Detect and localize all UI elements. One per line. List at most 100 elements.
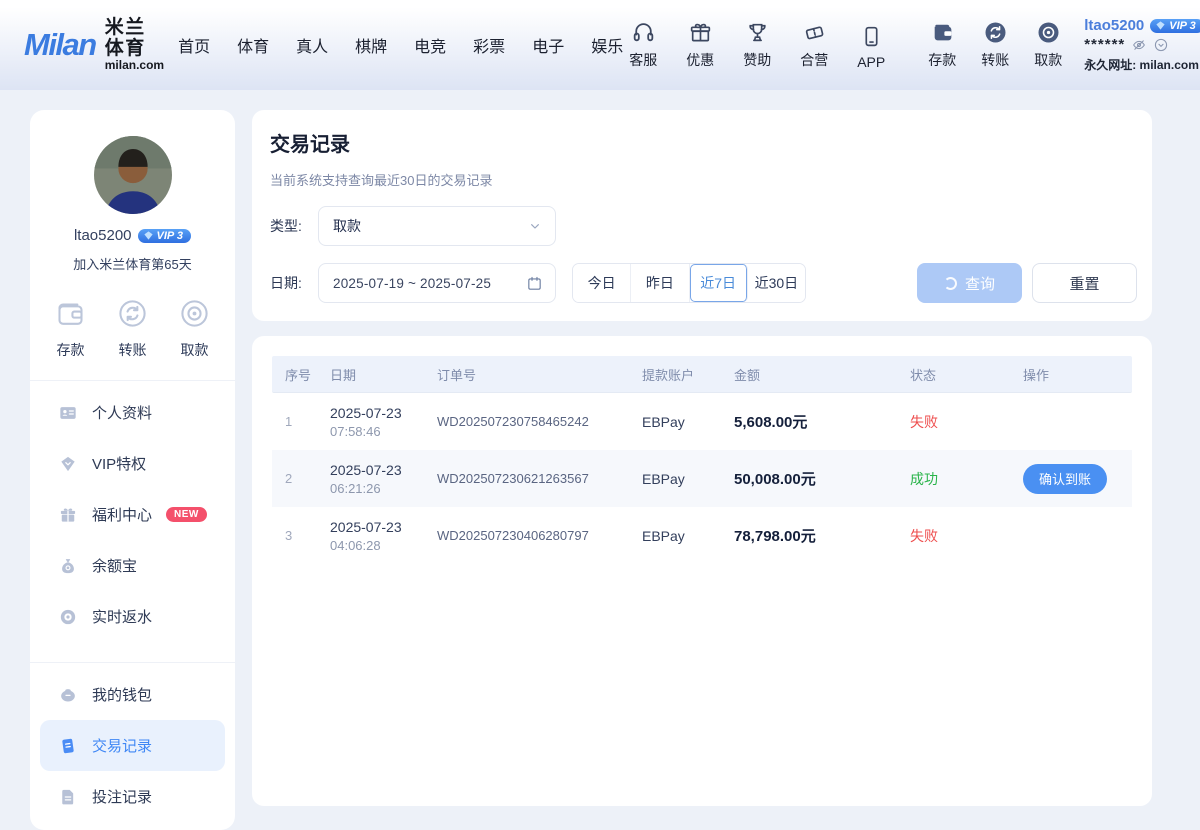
vip-badge: VIP 3 bbox=[1150, 19, 1200, 33]
row-index: 1 bbox=[272, 414, 330, 429]
nav-lottery[interactable]: 彩票 bbox=[473, 33, 505, 57]
sidebar-withdraw-button[interactable]: 取款 bbox=[178, 297, 211, 360]
row-amount: 78,798.00元 bbox=[734, 525, 910, 546]
row-order-number: WD202507230406280797 bbox=[437, 528, 642, 543]
nav-esports[interactable]: 电竞 bbox=[414, 33, 446, 57]
type-select[interactable]: 取款 bbox=[318, 206, 556, 246]
wallet-icon bbox=[54, 297, 87, 330]
range-last7days-button[interactable]: 近7日 bbox=[690, 264, 748, 302]
date-range-input[interactable]: 2025-07-19 ~ 2025-07-25 bbox=[318, 263, 556, 303]
table-row: 2 2025-07-23 06:21:26 WD2025072306212635… bbox=[272, 450, 1132, 507]
withdraw-icon bbox=[178, 297, 211, 330]
vip-diamond-icon bbox=[58, 454, 78, 474]
site-logo[interactable]: Milan 米兰体育 milan.com bbox=[24, 18, 164, 72]
rebate-icon bbox=[58, 607, 78, 627]
col-account: 提款账户 bbox=[642, 365, 734, 384]
row-amount: 5,608.00元 bbox=[734, 411, 910, 432]
topbar-user-block: ltao5200 VIP 3 ****** 永久网址: milan.com bbox=[1084, 17, 1200, 73]
nav-home[interactable]: 首页 bbox=[178, 33, 210, 57]
transfer-icon bbox=[983, 20, 1008, 45]
topbar-quick-links: 客服 优惠 赞助 合营 APP bbox=[623, 20, 1068, 70]
date-label: 日期: bbox=[270, 273, 318, 293]
diamond-icon bbox=[143, 230, 154, 241]
sidebar-item-yuebao[interactable]: 余额宝 bbox=[30, 540, 235, 591]
confirm-receipt-button[interactable]: 确认到账 bbox=[1023, 464, 1107, 494]
reset-button[interactable]: 重置 bbox=[1032, 263, 1137, 303]
phone-icon bbox=[859, 24, 884, 49]
nav-live[interactable]: 真人 bbox=[296, 33, 328, 57]
row-datetime: 2025-07-23 04:06:28 bbox=[330, 519, 437, 553]
chevron-down-icon bbox=[527, 218, 543, 234]
eye-off-icon[interactable] bbox=[1131, 37, 1147, 53]
sidebar-username: ltao5200 bbox=[74, 227, 132, 244]
withdraw-icon bbox=[1036, 20, 1061, 45]
row-status: 失败 bbox=[910, 412, 1023, 432]
logo-cn-name: 米兰体育 bbox=[105, 18, 164, 59]
quicklink-label: 合营 bbox=[800, 50, 828, 70]
quicklink-app[interactable]: APP bbox=[851, 24, 891, 70]
col-index: 序号 bbox=[272, 365, 330, 384]
sidebar-avatar[interactable] bbox=[94, 136, 172, 214]
chevron-circle-icon[interactable] bbox=[1153, 37, 1169, 53]
quicklink-service[interactable]: 客服 bbox=[623, 20, 663, 70]
range-today-button[interactable]: 今日 bbox=[573, 264, 631, 302]
nav-chess[interactable]: 棋牌 bbox=[355, 33, 387, 57]
col-status: 状态 bbox=[910, 365, 1023, 384]
permanent-url: 永久网址: milan.com bbox=[1084, 56, 1200, 73]
sidebar-item-rebate[interactable]: 实时返水 bbox=[30, 591, 235, 642]
quicklink-promo[interactable]: 优惠 bbox=[680, 20, 720, 70]
nav-slots[interactable]: 电子 bbox=[532, 33, 564, 57]
bet-record-icon bbox=[58, 787, 78, 807]
loading-spinner-icon bbox=[944, 277, 957, 290]
calendar-icon bbox=[526, 275, 543, 292]
query-button[interactable]: 查询 bbox=[917, 263, 1022, 303]
quicklink-label: 赞助 bbox=[743, 50, 771, 70]
col-action: 操作 bbox=[1023, 365, 1132, 384]
sidebar-deposit-button[interactable]: 存款 bbox=[54, 297, 87, 360]
row-index: 2 bbox=[272, 471, 330, 486]
quicklink-sponsor[interactable]: 赞助 bbox=[737, 20, 777, 70]
range-yesterday-button[interactable]: 昨日 bbox=[631, 264, 689, 302]
col-order: 订单号 bbox=[437, 365, 642, 384]
quicklink-transfer[interactable]: 转账 bbox=[975, 20, 1015, 70]
table-row: 3 2025-07-23 04:06:28 WD2025072304062807… bbox=[272, 507, 1132, 564]
divider bbox=[30, 662, 235, 663]
quicklink-partner[interactable]: 合营 bbox=[794, 20, 834, 70]
row-index: 3 bbox=[272, 528, 330, 543]
quicklink-label: APP bbox=[857, 54, 885, 70]
row-account: EBPay bbox=[642, 471, 734, 487]
sidebar-item-vip[interactable]: VIP特权 bbox=[30, 438, 235, 489]
sidebar-item-bets[interactable]: 投注记录 bbox=[30, 771, 235, 822]
date-range-value: 2025-07-19 ~ 2025-07-25 bbox=[333, 276, 526, 291]
row-status: 失败 bbox=[910, 526, 1023, 546]
quicklink-label: 客服 bbox=[629, 50, 657, 70]
transactions-table-card: 序号 日期 订单号 提款账户 金额 状态 操作 1 2025-07-23 07:… bbox=[252, 336, 1152, 806]
sidebar-item-benefits[interactable]: 福利中心 NEW bbox=[30, 489, 235, 540]
row-order-number: WD202507230621263567 bbox=[437, 471, 642, 486]
row-amount: 50,008.00元 bbox=[734, 468, 910, 489]
sidebar-item-wallet[interactable]: 我的钱包 bbox=[30, 669, 235, 720]
range-last30days-button[interactable]: 近30日 bbox=[748, 264, 805, 302]
row-account: EBPay bbox=[642, 414, 734, 430]
username[interactable]: ltao5200 bbox=[1084, 17, 1144, 34]
trophy-icon bbox=[745, 20, 770, 45]
quicklink-deposit[interactable]: 存款 bbox=[922, 20, 962, 70]
quicklink-withdraw[interactable]: 取款 bbox=[1028, 20, 1068, 70]
sidebar-transfer-button[interactable]: 转账 bbox=[116, 297, 149, 360]
logo-script-text: Milan bbox=[24, 27, 96, 63]
gift-icon bbox=[58, 505, 78, 525]
sidebar-vip-badge: VIP 3 bbox=[138, 229, 192, 243]
row-status: 成功 bbox=[910, 469, 1023, 489]
table-header-row: 序号 日期 订单号 提款账户 金额 状态 操作 bbox=[272, 356, 1132, 393]
sidebar-item-transactions[interactable]: 交易记录 bbox=[40, 720, 225, 771]
nav-sports[interactable]: 体育 bbox=[237, 33, 269, 57]
row-account: EBPay bbox=[642, 528, 734, 544]
money-bag-icon bbox=[58, 556, 78, 576]
sidebar-item-profile[interactable]: 个人资料 bbox=[30, 387, 235, 438]
quicklink-label: 转账 bbox=[981, 50, 1009, 70]
col-amount: 金额 bbox=[734, 365, 910, 384]
transaction-note-icon bbox=[58, 736, 78, 756]
table-row: 1 2025-07-23 07:58:46 WD2025072307584652… bbox=[272, 393, 1132, 450]
row-datetime: 2025-07-23 06:21:26 bbox=[330, 462, 437, 496]
nav-entertainment[interactable]: 娱乐 bbox=[591, 33, 623, 57]
